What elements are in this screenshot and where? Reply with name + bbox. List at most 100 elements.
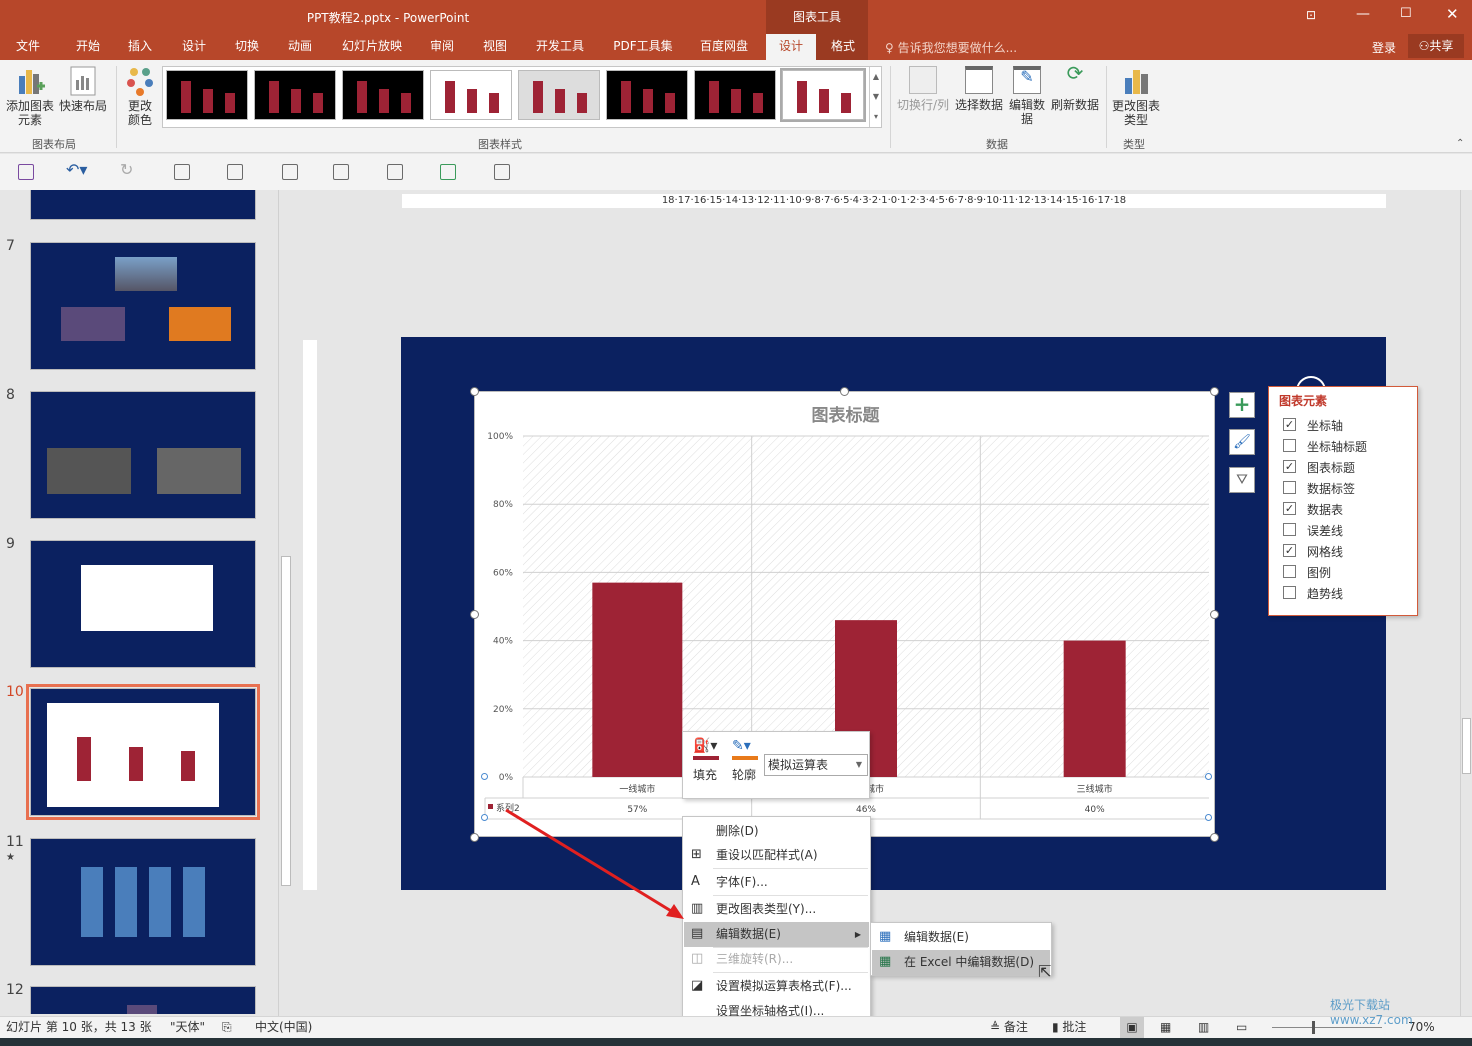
chart-element-dropdown[interactable]: 模拟运算表 ▼ — [764, 754, 868, 776]
refresh-data-button[interactable]: ⟳ 刷新数据 — [1049, 63, 1101, 112]
tab-11[interactable]: 百度网盘 — [690, 34, 758, 60]
chart-element-label[interactable]: 网格线 — [1307, 543, 1343, 560]
chart-style-7[interactable] — [694, 70, 776, 120]
slideshow-icon[interactable]: ▭ — [1236, 1017, 1247, 1038]
menu-item-5[interactable]: ◫ 三维旋转(R)... — [684, 947, 869, 972]
checkbox-5[interactable] — [1283, 523, 1296, 536]
checkbox-0[interactable]: ✓ — [1283, 418, 1296, 431]
chart-style-2[interactable] — [254, 70, 336, 120]
preview-icon[interactable] — [387, 164, 403, 180]
ribbon-display-icon[interactable]: ⊡ — [1306, 8, 1316, 22]
thumbnail-scrollbar[interactable] — [278, 190, 293, 1016]
chart-styles-gallery[interactable]: ▲ ▼ ▾ — [162, 66, 882, 128]
selection-handle[interactable] — [1205, 773, 1212, 780]
fill-button[interactable]: ⛽▾ 填充 — [693, 738, 719, 783]
zoom-slider-thumb[interactable] — [1312, 1021, 1315, 1034]
slide-thumbnail-11[interactable] — [30, 838, 256, 966]
switch-row-column-button[interactable]: 切换行/列 — [895, 66, 951, 112]
slide-thumbnail-12[interactable] — [30, 986, 256, 1014]
resize-handle[interactable] — [1210, 610, 1219, 619]
new-slide-icon[interactable] — [174, 164, 190, 180]
maximize-button[interactable]: ☐ — [1400, 6, 1412, 21]
checkbox-3[interactable] — [1283, 481, 1296, 494]
chart-style-5[interactable] — [518, 70, 600, 120]
main-scrollbar[interactable] — [1460, 190, 1472, 1016]
slide-thumbnail-9[interactable] — [30, 540, 256, 668]
minimize-button[interactable]: — — [1356, 6, 1370, 22]
chart-element-label[interactable]: 图表标题 — [1307, 459, 1355, 476]
undo-icon[interactable]: ↶▾ — [66, 160, 87, 179]
save-icon[interactable] — [18, 164, 34, 180]
gallery-scroll[interactable]: ▲ ▼ ▾ — [869, 67, 882, 127]
chart-element-label[interactable]: 图例 — [1307, 564, 1331, 581]
selection-handle[interactable] — [1205, 814, 1212, 821]
chart-element-label[interactable]: 数据标签 — [1307, 480, 1355, 497]
redo-icon[interactable]: ↻ — [120, 160, 133, 179]
present-icon[interactable] — [282, 164, 298, 180]
menu-item-6[interactable]: ◪ 设置模拟运算表格式(F)... — [684, 974, 869, 999]
scroll-thumb[interactable] — [281, 556, 291, 886]
zoom-slider[interactable] — [1272, 1027, 1382, 1028]
chart-styles-brush-icon[interactable]: 🖌 — [1229, 429, 1255, 455]
tab-6[interactable]: 幻灯片放映 — [330, 34, 414, 60]
checkbox-4[interactable]: ✓ — [1283, 502, 1296, 515]
chart-filter-icon[interactable]: ⛛ — [1229, 467, 1255, 493]
menu-item-4[interactable]: ▤ 编辑数据(E) ▶ — [684, 922, 869, 947]
tab-12[interactable]: 设计 — [766, 34, 816, 60]
tab-13[interactable]: 格式 — [818, 34, 868, 60]
chart-element-label[interactable]: 坐标轴标题 — [1307, 438, 1367, 455]
resize-handle[interactable] — [470, 387, 479, 396]
share-button[interactable]: ⚇共享 — [1408, 34, 1464, 58]
quick-layout-button[interactable]: 快速布局 — [58, 66, 108, 113]
slide-sorter-icon[interactable]: ▦ — [1160, 1017, 1171, 1038]
spellcheck-icon[interactable]: ⎘ — [222, 1017, 232, 1038]
select-data-button[interactable]: 选择数据 — [953, 66, 1005, 112]
login-link[interactable]: 登录 — [1372, 39, 1396, 56]
checkbox-8[interactable] — [1283, 586, 1296, 599]
edit-data-button[interactable]: ✎ 编辑数据 — [1007, 66, 1047, 126]
menu-item-1[interactable]: ⊞ 重设以匹配样式(A) — [684, 843, 869, 868]
menu-item-3[interactable]: ▥ 更改图表类型(Y)... — [684, 897, 869, 922]
menu-item-2[interactable]: A 字体(F)... — [684, 870, 869, 895]
checkbox-7[interactable] — [1283, 565, 1296, 578]
menu-item-0[interactable]: 删除(D) — [684, 819, 869, 844]
normal-view-icon[interactable]: ▣ — [1120, 1017, 1144, 1038]
change-colors-button[interactable]: 更改颜色 — [120, 66, 160, 127]
notes-button[interactable]: ≜ 备注 — [990, 1017, 1028, 1038]
slide-thumbnail-10[interactable] — [26, 684, 260, 820]
tab-0[interactable]: 文件 — [8, 34, 48, 60]
collapse-ribbon-icon[interactable]: ⌃ — [1456, 138, 1464, 149]
chart-element-label[interactable]: 趋势线 — [1307, 585, 1343, 602]
slide-thumbnail-7[interactable] — [30, 242, 256, 370]
chart-style-6[interactable] — [606, 70, 688, 120]
resize-handle[interactable] — [470, 833, 479, 842]
close-button[interactable]: ✕ — [1446, 5, 1459, 23]
tab-5[interactable]: 动画 — [278, 34, 322, 60]
tab-7[interactable]: 审阅 — [420, 34, 464, 60]
text-box-icon[interactable] — [227, 164, 243, 180]
chart-style-4[interactable] — [430, 70, 512, 120]
selection-handle[interactable] — [481, 773, 488, 780]
submenu-item-1[interactable]: ▦ 在 Excel 中编辑数据(D) — [872, 950, 1050, 975]
link-icon[interactable] — [494, 164, 510, 180]
chart-element-label[interactable]: 坐标轴 — [1307, 417, 1343, 434]
chart-style-8[interactable] — [780, 68, 866, 122]
chart-element-label[interactable]: 数据表 — [1307, 501, 1343, 518]
language[interactable]: 中文(中国) — [255, 1017, 312, 1038]
tell-me-box[interactable]: ♀ 告诉我您想要做什么... — [885, 39, 1017, 56]
chart-style-1[interactable] — [166, 70, 248, 120]
resize-handle[interactable] — [1210, 833, 1219, 842]
outline-button[interactable]: ✎▾ 轮廓 — [732, 738, 758, 783]
add-chart-element-button[interactable]: 添加图表元素 — [4, 66, 56, 127]
resize-handle[interactable] — [470, 610, 479, 619]
chart-element-label[interactable]: 误差线 — [1307, 522, 1343, 539]
tab-10[interactable]: PDF工具集 — [604, 34, 682, 60]
checkbox-2[interactable]: ✓ — [1283, 460, 1296, 473]
presenter-icon[interactable] — [333, 164, 349, 180]
resize-handle[interactable] — [840, 387, 849, 396]
checkbox-1[interactable] — [1283, 439, 1296, 452]
tab-3[interactable]: 设计 — [172, 34, 216, 60]
checkbox-6[interactable]: ✓ — [1283, 544, 1296, 557]
slide-thumbnail-6[interactable] — [30, 190, 256, 220]
chart-elements-button[interactable]: + — [1229, 392, 1255, 418]
